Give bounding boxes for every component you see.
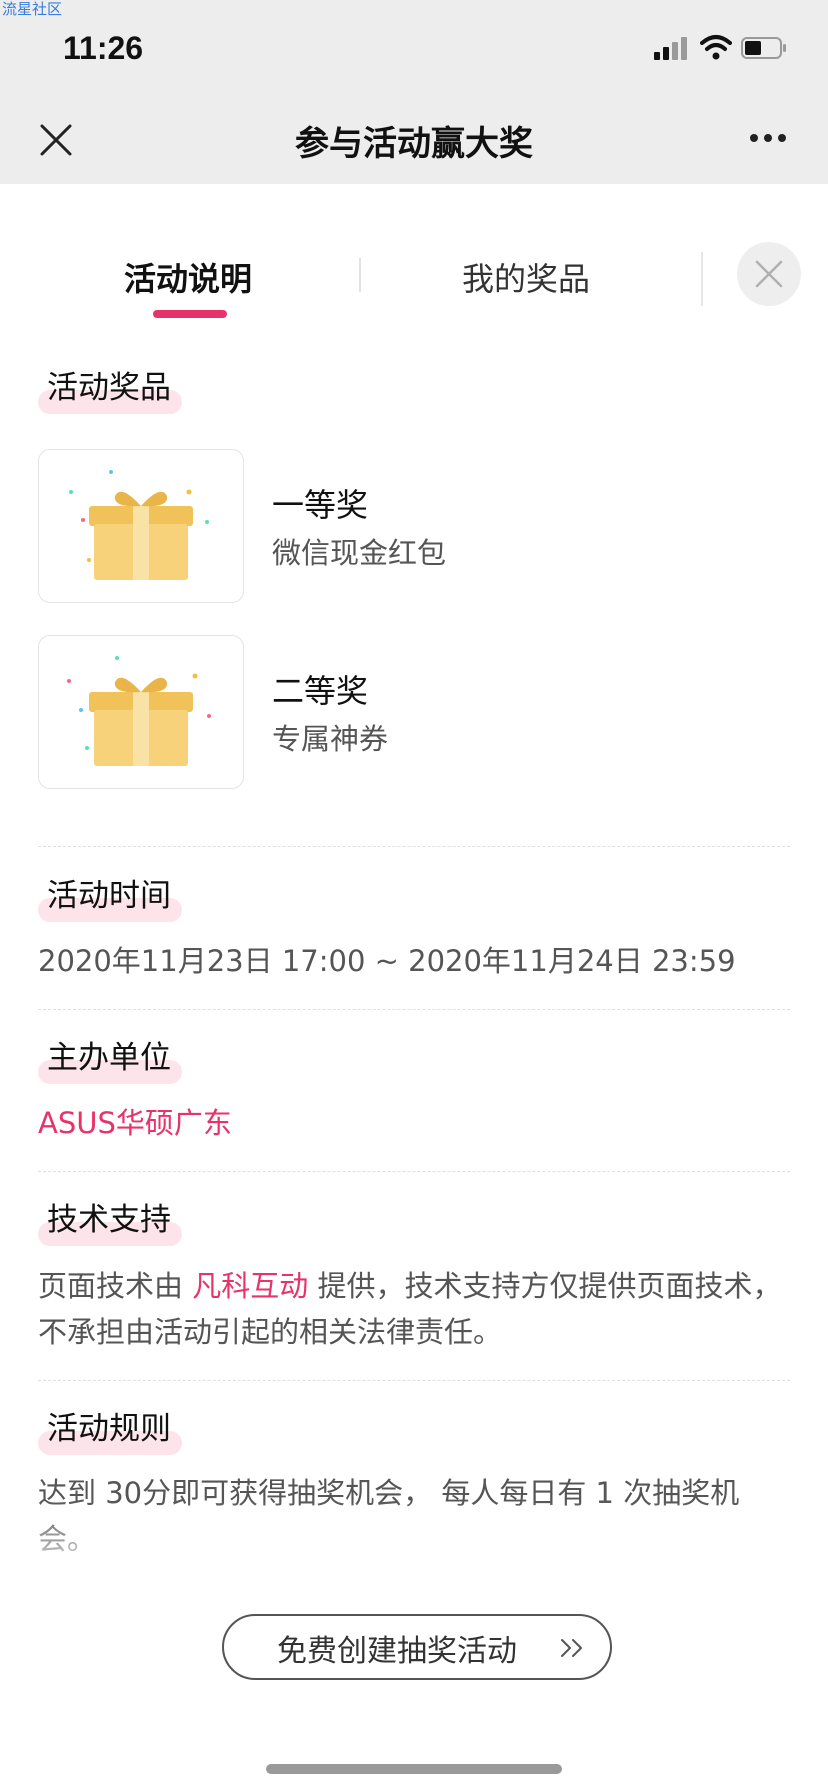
section-title-text: 活动奖品 xyxy=(47,370,171,406)
section-title-text: 活动规则 xyxy=(47,1411,171,1447)
tech-support-prefix: 页面技术由 xyxy=(38,1269,193,1303)
tab-divider xyxy=(701,252,703,306)
tech-support-text: 页面技术由 凡科互动 提供，技术支持方仅提供页面技术，不承担由活动引起的相关法律… xyxy=(38,1263,790,1355)
activity-time-value: 2020年11月23日 17:00 ~ 2020年11月24日 23:59 xyxy=(38,944,736,978)
more-icon[interactable] xyxy=(750,134,790,144)
dashed-divider xyxy=(38,1380,790,1381)
prize-description: 专属神券 xyxy=(272,722,389,756)
create-lottery-button-label: 免费创建抽奖活动 xyxy=(277,1634,517,1669)
section-title-text: 技术支持 xyxy=(47,1202,171,1238)
tab-activity-description[interactable]: 活动说明 xyxy=(124,254,252,300)
create-lottery-button[interactable]: 免费创建抽奖活动 xyxy=(222,1614,612,1680)
rules-text: 达到 30分即可获得抽奖机会， 每人每日有 1 次抽奖机会。 xyxy=(38,1476,740,1556)
home-indicator[interactable] xyxy=(266,1764,562,1774)
panel-close-button[interactable] xyxy=(737,242,801,306)
active-tab-indicator xyxy=(153,310,227,318)
watermark: 流星社区 xyxy=(2,0,63,18)
dashed-divider xyxy=(38,1171,790,1172)
double-chevron-right-icon xyxy=(561,1639,582,1657)
prize-name: 一等奖 xyxy=(272,486,369,524)
dashed-divider xyxy=(38,1009,790,1010)
tech-provider-link[interactable]: 凡科互动 xyxy=(192,1269,308,1303)
close-icon xyxy=(755,260,783,288)
section-title-text: 活动时间 xyxy=(47,878,171,914)
wifi-icon xyxy=(700,35,732,60)
prize-name: 二等奖 xyxy=(272,672,369,710)
tab-my-prizes[interactable]: 我的奖品 xyxy=(462,254,590,300)
status-bar: 11:26 xyxy=(0,0,828,92)
status-time: 11:26 xyxy=(63,30,144,66)
tab-bar: 活动说明 我的奖品 xyxy=(0,230,828,320)
dashed-divider xyxy=(38,846,790,847)
prize-image-first xyxy=(38,449,244,603)
organizer-link[interactable]: ASUS华硕广东 xyxy=(38,1100,790,1146)
prize-image-second xyxy=(38,635,244,789)
gift-box-icon xyxy=(69,470,209,580)
cellular-signal-icon xyxy=(654,36,690,60)
nav-bar: 参与活动赢大奖 xyxy=(0,92,828,184)
gift-box-icon xyxy=(67,656,211,766)
battery-icon xyxy=(741,37,786,59)
page-title: 参与活动赢大奖 xyxy=(295,124,533,164)
tab-divider xyxy=(359,258,361,292)
prize-description: 微信现金红包 xyxy=(272,536,447,570)
section-title-text: 主办单位 xyxy=(47,1040,171,1076)
